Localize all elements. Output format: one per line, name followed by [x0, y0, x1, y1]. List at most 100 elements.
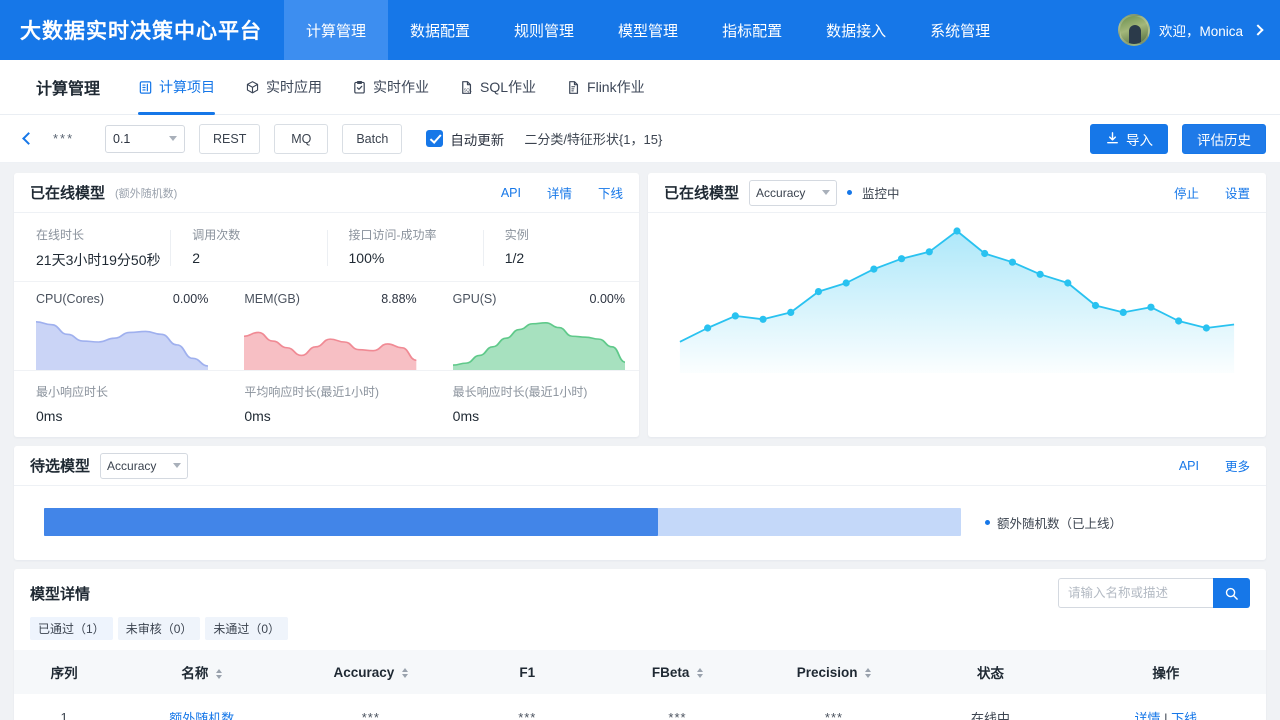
stat-call-count: 调用次数 2: [170, 226, 326, 270]
usage-percent: 0.00%: [172, 292, 209, 306]
sort-arrows-icon[interactable]: [865, 667, 872, 678]
online-model-offline-link[interactable]: 下线: [598, 183, 623, 202]
search-input[interactable]: [1058, 578, 1213, 608]
cell-operations: 详情 | 下线: [1066, 694, 1266, 720]
tab-4[interactable]: Flink作业: [566, 60, 645, 115]
resp-value: 0ms: [452, 408, 480, 424]
chevron-down-icon: [169, 136, 177, 141]
tab-label: Flink作业: [587, 79, 645, 95]
usage-percent: 8.88%: [381, 292, 417, 306]
usage-sparkline: [36, 312, 209, 370]
batch-button[interactable]: Batch: [342, 123, 403, 154]
usage-sparkline: [452, 312, 625, 370]
filter-chip-2[interactable]: 未通过（0）: [205, 617, 289, 640]
stat-label: 实例: [504, 228, 529, 242]
stat-value: 21天3小时19分50秒: [36, 252, 161, 268]
usage-label: CPU(Cores): [36, 292, 105, 306]
auto-update-checkbox[interactable]: 自动更新: [426, 129, 504, 149]
nav-item-3[interactable]: 模型管理: [596, 0, 700, 60]
sub-navigation-bar: 计算管理 计算项目 实时应用 实时作业 SQL SQL作业 Flink作业: [0, 60, 1280, 115]
monitor-settings-link[interactable]: 设置: [1225, 183, 1250, 202]
row-detail-link[interactable]: 详情: [1134, 711, 1160, 720]
column-header-5[interactable]: Precision: [752, 650, 916, 694]
filter-chip-0[interactable]: 已通过（1）: [30, 617, 113, 640]
sort-arrows-icon[interactable]: [216, 669, 223, 680]
version-select[interactable]: 0.1: [105, 124, 185, 153]
column-header-1[interactable]: 名称: [114, 650, 290, 694]
usage-header: GPU(S) 0.00%: [453, 292, 625, 306]
row-offline-link[interactable]: 下线: [1171, 711, 1197, 720]
candidate-more-link[interactable]: 更多: [1225, 456, 1250, 475]
nav-item-5[interactable]: 数据接入: [804, 0, 908, 60]
candidate-metric-select[interactable]: Accuracy: [100, 452, 189, 479]
back-chevron-icon[interactable]: [22, 132, 35, 145]
rest-button[interactable]: REST: [199, 123, 261, 154]
tab-1[interactable]: 实时应用: [245, 60, 322, 115]
status-filter-chips: 已通过（1） 未审核（0） 未通过（0）: [14, 617, 1266, 650]
checkbox-checked-icon: [426, 130, 444, 147]
usage-label: MEM(GB): [244, 292, 300, 306]
sort-arrows-icon[interactable]: [402, 667, 409, 678]
tab-2[interactable]: 实时作业: [352, 60, 429, 115]
column-label: Precision: [796, 664, 858, 680]
nav-item-0[interactable]: 计算管理: [284, 0, 389, 60]
nav-item-6[interactable]: 系统管理: [908, 0, 1012, 60]
cell-seq: 1: [60, 710, 68, 720]
stat-success-rate: 接口访问-成功率 100%: [326, 226, 483, 270]
separator: |: [1164, 711, 1168, 720]
app-brand-title: 大数据实时决策中心平台: [20, 20, 262, 43]
subnav-tabs: 计算项目 实时应用 实时作业 SQL SQL作业 Flink作业: [138, 60, 645, 115]
online-model-api-link[interactable]: API: [501, 186, 521, 200]
online-model-title: 已在线模型: [30, 185, 106, 202]
mq-button[interactable]: MQ: [274, 123, 329, 154]
usage-1: MEM(GB) 8.88%: [222, 292, 430, 370]
search-button[interactable]: [1213, 578, 1250, 608]
tab-3[interactable]: SQL SQL作业: [459, 60, 536, 115]
download-icon: [1105, 131, 1120, 146]
sort-arrows-icon[interactable]: [697, 667, 704, 678]
monitor-card-header: 已在线模型 Accuracy 监控中 停止 设置: [648, 173, 1266, 213]
monitor-metric-select[interactable]: Accuracy: [749, 179, 838, 206]
nav-item-1[interactable]: 数据配置: [388, 0, 492, 60]
column-header-2[interactable]: Accuracy: [289, 650, 453, 694]
model-table: 序列 名称 Accuracy F1 FBeta Precision 状态 操作 …: [14, 650, 1266, 720]
monitor-stop-link[interactable]: 停止: [1174, 183, 1199, 202]
resp-label: 平均响应时长(最近1小时): [244, 385, 379, 399]
nav-item-2[interactable]: 规则管理: [492, 0, 596, 60]
tab-label: 计算项目: [159, 79, 216, 95]
online-model-detail-link[interactable]: 详情: [547, 183, 572, 202]
top-cards-row: 已在线模型 (额外随机数) API 详情 下线 在线时长 21天3小时19分50…: [14, 173, 1266, 437]
candidate-bar-track: [44, 508, 961, 536]
tab-0[interactable]: 计算项目: [138, 60, 216, 115]
column-header-4[interactable]: FBeta: [602, 650, 753, 694]
column-label: 状态: [977, 666, 1004, 681]
filter-chip-1[interactable]: 未审核（0）: [117, 617, 201, 640]
search-icon: [1224, 586, 1239, 601]
model-shape-meta: 二分类/特征形状{1，15}: [524, 132, 663, 147]
cell-name[interactable]: 额外随机数: [114, 694, 289, 720]
resp-max: 最长响应时长(最近1小时) 0ms: [431, 383, 639, 424]
top-navigation-bar: 大数据实时决策中心平台 计算管理 数据配置 规则管理 模型管理 指标配置 数据接入 系统管理…: [0, 0, 1280, 60]
import-button[interactable]: 导入: [1090, 123, 1168, 154]
accuracy-line-chart: [648, 213, 1266, 408]
candidate-bar-body: 额外随机数（已上线）: [14, 486, 1266, 560]
usage-0: CPU(Cores) 0.00%: [14, 292, 222, 370]
evaluation-history-button[interactable]: 评估历史: [1182, 123, 1266, 154]
breadcrumb: ***: [53, 131, 75, 146]
response-time-row: 最小响应时长 0ms 平均响应时长(最近1小时) 0ms 最长响应时长(最近1小…: [14, 371, 639, 437]
candidate-api-link[interactable]: API: [1179, 459, 1199, 473]
user-menu[interactable]: 欢迎，Monica: [1117, 0, 1280, 60]
avatar: [1117, 14, 1150, 46]
model-detail-title: 模型详情: [30, 585, 91, 603]
document-list-icon: [138, 80, 153, 95]
sql-file-icon: SQL: [459, 80, 474, 95]
cell-fbeta: ***: [668, 710, 687, 720]
model-detail-card: 模型详情 已通过（1）未审核（0）未通过（0） 序列 名称 Accuracy F…: [14, 569, 1266, 720]
usage-2: GPU(S) 0.00%: [431, 292, 639, 370]
usage-sparkline: [244, 312, 417, 370]
candidate-title: 待选模型: [30, 458, 91, 475]
table-row: 1 额外随机数 *** *** *** *** 在线中 详情 | 下线: [14, 694, 1266, 720]
project-toolbar: *** 0.1 REST MQ Batch 自动更新 二分类/特征形状{1，15…: [0, 115, 1280, 163]
nav-item-4[interactable]: 指标配置: [700, 0, 804, 60]
